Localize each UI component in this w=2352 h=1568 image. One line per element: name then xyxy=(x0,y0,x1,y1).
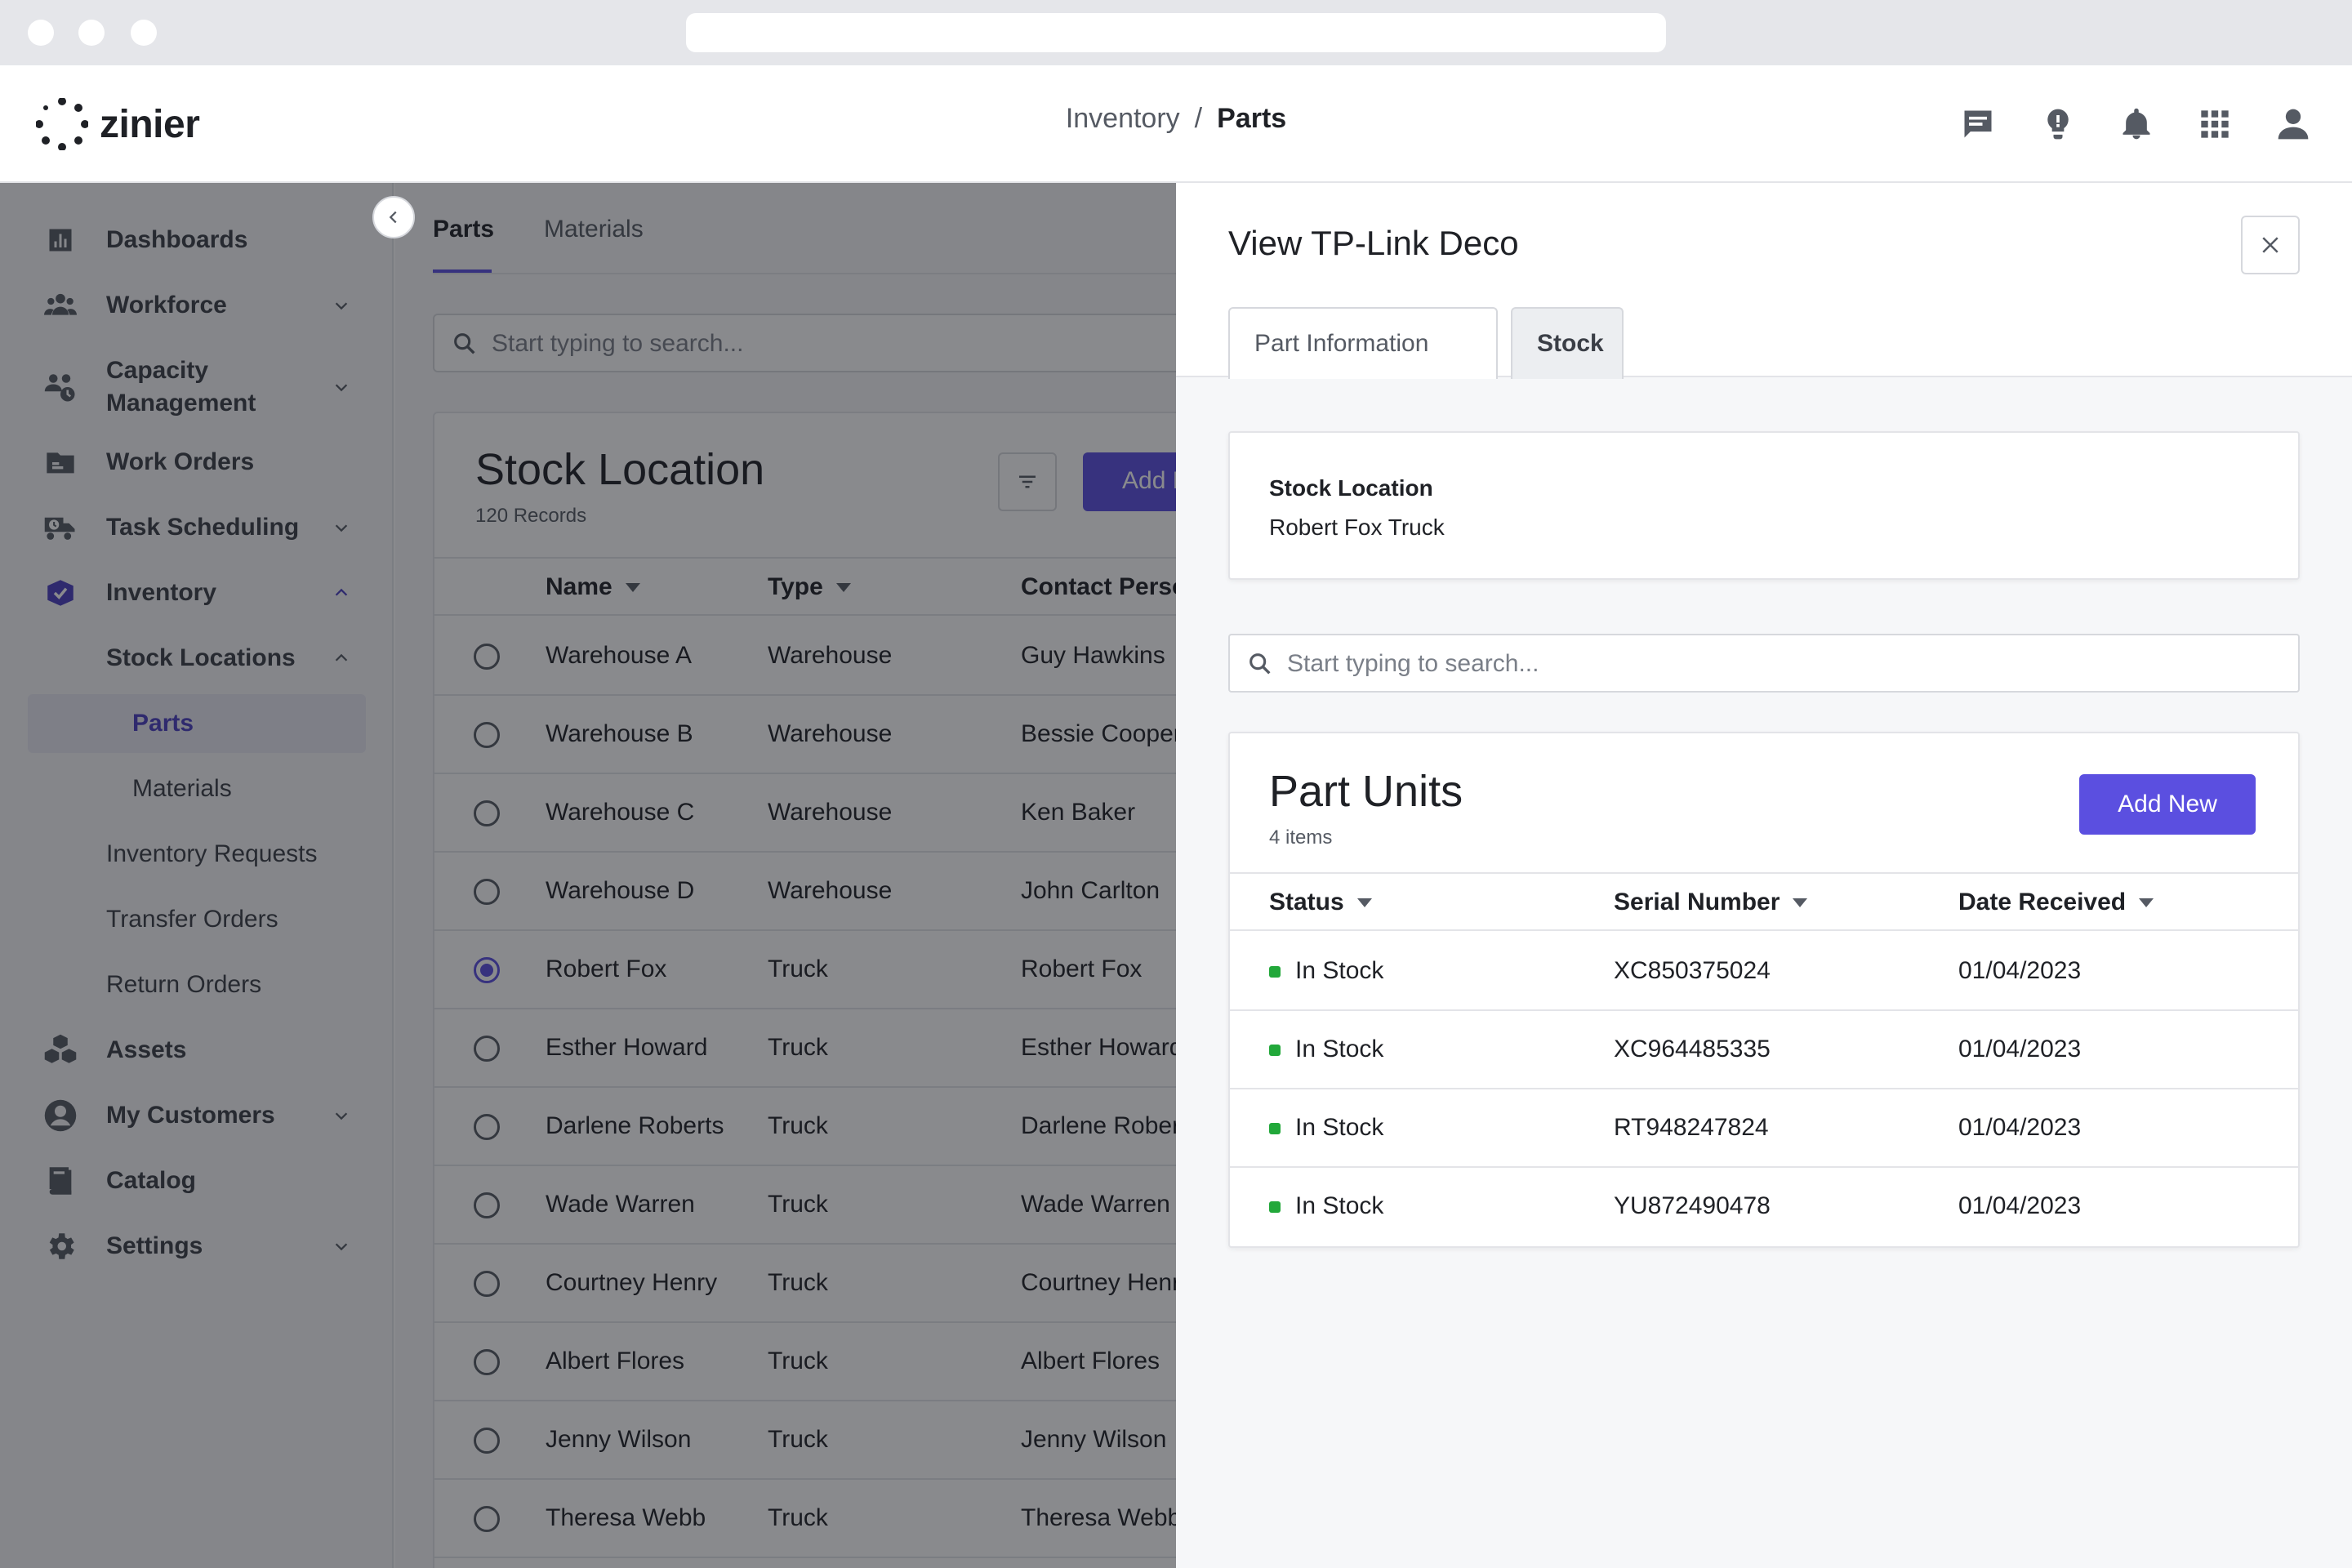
cell-status: In Stock xyxy=(1269,1036,1383,1063)
window-close-dot[interactable] xyxy=(28,20,54,46)
column-header-serial-number[interactable]: Serial Number xyxy=(1614,889,1808,916)
status-label: In Stock xyxy=(1295,1036,1384,1062)
breadcrumb-separator: / xyxy=(1194,103,1203,134)
part-units-card: Part Units 4 items Add New Status Serial… xyxy=(1228,732,2300,1248)
cell-date-received: 01/04/2023 xyxy=(1958,957,2082,984)
column-header-label: Serial Number xyxy=(1614,889,1780,915)
table-row[interactable]: In Stock RT948247824 01/04/2023 xyxy=(1230,1089,2300,1168)
app-header: zinier Inventory / Parts xyxy=(0,65,2352,183)
breadcrumb: Inventory / Parts xyxy=(0,103,2352,135)
column-header-label: Date Received xyxy=(1958,889,2127,915)
table-row[interactable]: In Stock YU872490478 01/04/2023 xyxy=(1230,1168,2300,1246)
breadcrumb-current: Parts xyxy=(1217,103,1287,134)
cell-serial-number: XC964485335 xyxy=(1614,1036,1771,1062)
browser-chrome xyxy=(0,0,2352,65)
part-units-table-header: Status Serial Number Date Received xyxy=(1230,872,2300,931)
status-dot-icon xyxy=(1269,1045,1281,1057)
column-header-label: Status xyxy=(1269,889,1344,915)
part-detail-drawer: View TP-Link Deco Part Information Stock… xyxy=(1176,183,2352,1568)
modal-backdrop[interactable] xyxy=(0,183,1176,1568)
drawer-search-input[interactable]: Start typing to search... xyxy=(1228,634,2300,693)
chat-icon[interactable] xyxy=(1958,105,1998,144)
user-icon[interactable] xyxy=(2274,105,2313,144)
bell-icon[interactable] xyxy=(2117,105,2156,144)
window-maximize-dot[interactable] xyxy=(131,20,157,46)
table-row[interactable]: In Stock XC850375024 01/04/2023 xyxy=(1230,933,2300,1011)
cell-status: In Stock xyxy=(1269,957,1383,985)
tab-stock[interactable]: Stock xyxy=(1511,307,1624,379)
tab-part-information[interactable]: Part Information xyxy=(1228,307,1498,379)
drawer-title: View TP-Link Deco xyxy=(1228,224,1519,262)
table-row[interactable]: In Stock XC964485335 01/04/2023 xyxy=(1230,1011,2300,1089)
chevron-left-icon xyxy=(389,211,397,224)
lightbulb-icon[interactable] xyxy=(2038,105,2078,144)
app-body: Dashboards Workforce Capacity Management… xyxy=(0,183,2352,1568)
stock-location-info: Stock Location Robert Fox Truck xyxy=(1228,431,2300,580)
status-label: In Stock xyxy=(1295,957,1384,984)
stock-location-value: Robert Fox Truck xyxy=(1269,514,1445,540)
cell-date-received: 01/04/2023 xyxy=(1958,1192,2082,1219)
apps-grid-icon[interactable] xyxy=(2195,105,2234,144)
status-label: In Stock xyxy=(1295,1114,1384,1141)
column-header-status[interactable]: Status xyxy=(1269,889,1372,916)
cell-serial-number: RT948247824 xyxy=(1614,1114,1769,1141)
add-new-part-unit-button[interactable]: Add New xyxy=(2079,774,2256,835)
breadcrumb-parent[interactable]: Inventory xyxy=(1066,103,1180,134)
sort-caret-icon xyxy=(2139,898,2154,907)
part-units-count: 4 items xyxy=(1269,826,1333,849)
search-placeholder: Start typing to search... xyxy=(1287,650,1539,677)
part-units-title: Part Units xyxy=(1269,767,1463,816)
sort-caret-icon xyxy=(1793,898,1808,907)
sidebar-collapse-button[interactable] xyxy=(372,196,415,238)
drawer-header: View TP-Link Deco Part Information Stock xyxy=(1176,183,2352,379)
stock-location-label: Stock Location xyxy=(1269,475,1433,501)
search-icon xyxy=(1246,650,1274,682)
status-dot-icon xyxy=(1269,966,1281,978)
cell-status: In Stock xyxy=(1269,1192,1383,1220)
cell-serial-number: YU872490478 xyxy=(1614,1192,1771,1219)
cell-date-received: 01/04/2023 xyxy=(1958,1036,2082,1062)
column-header-date-received[interactable]: Date Received xyxy=(1958,889,2154,916)
sort-caret-icon xyxy=(1356,898,1372,907)
close-icon xyxy=(2262,237,2278,253)
window-minimize-dot[interactable] xyxy=(78,20,105,46)
status-dot-icon xyxy=(1269,1201,1281,1214)
address-bar[interactable] xyxy=(686,13,1666,52)
cell-status: In Stock xyxy=(1269,1114,1383,1142)
status-label: In Stock xyxy=(1295,1192,1384,1219)
cell-date-received: 01/04/2023 xyxy=(1958,1114,2082,1141)
close-button[interactable] xyxy=(2241,216,2300,274)
cell-serial-number: XC850375024 xyxy=(1614,957,1771,984)
status-dot-icon xyxy=(1269,1123,1281,1135)
